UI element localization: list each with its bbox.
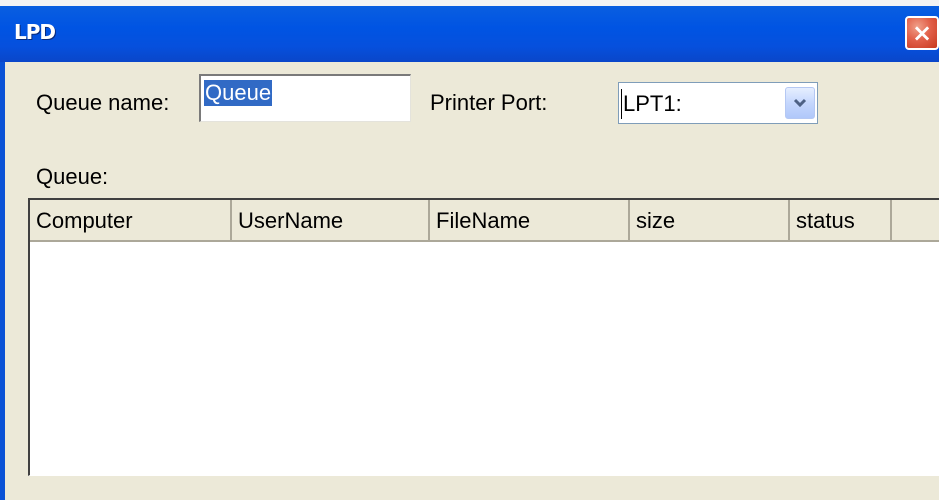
printer-port-dropdown-button[interactable] xyxy=(785,87,815,119)
column-header-username[interactable]: UserName xyxy=(232,200,430,242)
printer-port-select[interactable]: LPT1: xyxy=(618,82,818,124)
close-icon: × xyxy=(911,19,933,47)
queue-name-label: Queue name: xyxy=(36,90,170,115)
title-bar[interactable]: LPD × xyxy=(0,0,939,62)
column-header-computer[interactable]: Computer xyxy=(30,200,232,242)
queue-label: Queue: xyxy=(36,164,109,189)
window-title: LPD xyxy=(14,20,56,44)
column-header-size[interactable]: size xyxy=(630,200,790,242)
column-header-status[interactable]: status xyxy=(790,200,892,242)
close-button[interactable]: × xyxy=(905,16,939,50)
column-header-filler xyxy=(892,200,939,242)
chevron-down-icon xyxy=(793,98,807,108)
queue-name-value: Queue xyxy=(204,80,273,106)
printer-port-value: LPT1: xyxy=(623,91,682,116)
queue-table-header: Computer UserName FileName size status xyxy=(30,200,939,242)
queue-name-input[interactable]: Queue xyxy=(199,74,411,122)
text-caret xyxy=(621,89,622,119)
queue-table[interactable]: Computer UserName FileName size status xyxy=(28,198,939,476)
column-header-filename[interactable]: FileName xyxy=(430,200,630,242)
title-bar-top-edge xyxy=(0,0,939,6)
printer-port-label: Printer Port: xyxy=(430,90,548,115)
